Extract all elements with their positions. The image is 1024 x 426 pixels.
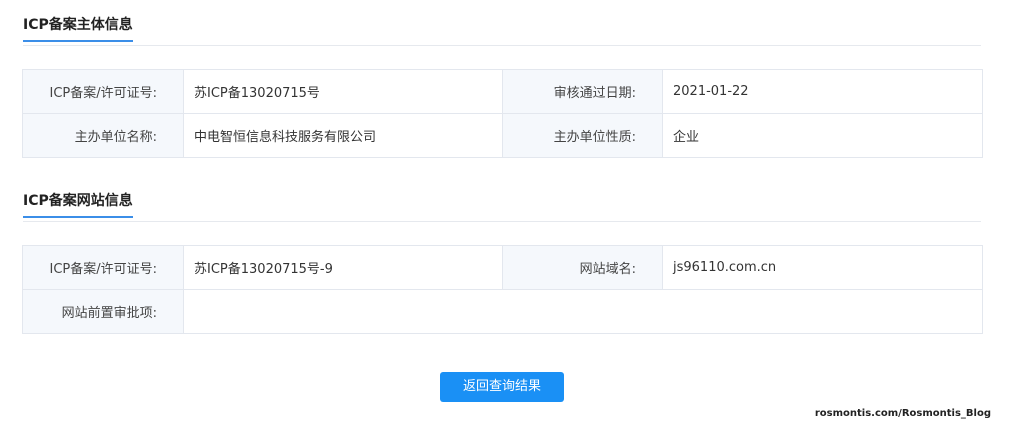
domain-label: 网站域名: <box>502 245 663 290</box>
approval-date-label: 审核通过日期: <box>502 69 663 114</box>
organizer-name-label: 主办单位名称: <box>22 113 184 158</box>
site-icp-license-label: ICP备案/许可证号: <box>22 245 184 290</box>
subject-info-table: ICP备案/许可证号: 苏ICP备13020715号 审核通过日期: 2021-… <box>22 69 983 158</box>
subject-section-title: ICP备案主体信息 <box>23 14 133 42</box>
icp-license-value: 苏ICP备13020715号 <box>183 69 503 114</box>
icp-license-label: ICP备案/许可证号: <box>22 69 184 114</box>
organizer-type-label: 主办单位性质: <box>502 113 663 158</box>
domain-value: js96110.com.cn <box>662 245 983 290</box>
organizer-type-value: 企业 <box>662 113 983 158</box>
pre-approval-label: 网站前置审批项: <box>22 289 184 334</box>
table-row: ICP备案/许可证号: 苏ICP备13020715号 审核通过日期: 2021-… <box>22 69 983 114</box>
pre-approval-value <box>183 289 983 334</box>
website-info-table: ICP备案/许可证号: 苏ICP备13020715号-9 网站域名: js961… <box>22 245 983 334</box>
subject-section-divider <box>23 45 981 46</box>
organizer-name-value: 中电智恒信息科技服务有限公司 <box>183 113 503 158</box>
table-row: 网站前置审批项: <box>22 289 983 334</box>
back-to-results-button[interactable]: 返回查询结果 <box>440 372 564 402</box>
approval-date-value: 2021-01-22 <box>662 69 983 114</box>
website-section-title: ICP备案网站信息 <box>23 190 133 218</box>
table-row: 主办单位名称: 中电智恒信息科技服务有限公司 主办单位性质: 企业 <box>22 113 983 158</box>
website-section-divider <box>23 221 981 222</box>
site-icp-license-value: 苏ICP备13020715号-9 <box>183 245 503 290</box>
watermark: rosmontis.com/Rosmontis_Blog <box>814 408 991 419</box>
table-row: ICP备案/许可证号: 苏ICP备13020715号-9 网站域名: js961… <box>22 245 983 290</box>
